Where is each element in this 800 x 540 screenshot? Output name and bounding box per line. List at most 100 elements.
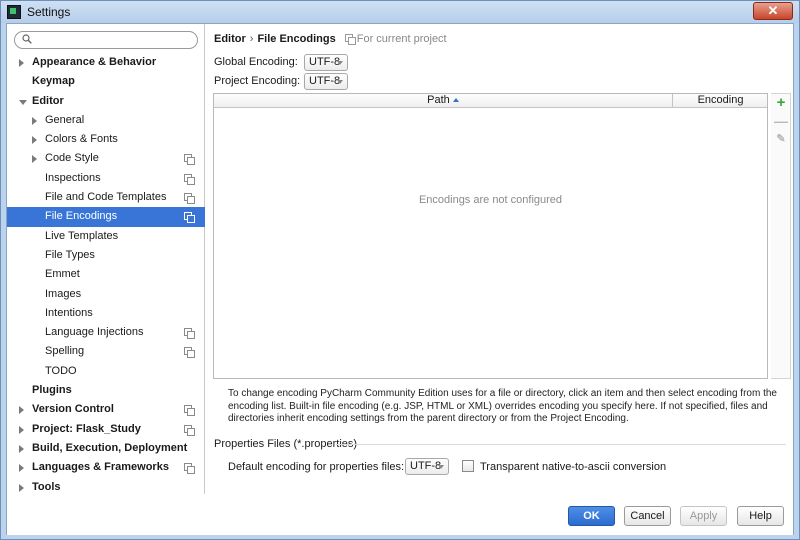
chevron-right-icon[interactable] <box>19 406 24 415</box>
sidebar-item-label: TODO <box>45 364 77 377</box>
sidebar-item-project-flask-study[interactable]: Project: Flask_Study <box>7 420 205 439</box>
sidebar-item-language-injections[interactable]: Language Injections <box>7 323 205 342</box>
sidebar-item-label: Images <box>45 287 82 300</box>
project-encoding-select[interactable]: UTF-8 <box>304 73 348 90</box>
sidebar-item-emmet[interactable]: Emmet <box>7 265 205 284</box>
sidebar-item-label: File Encodings <box>45 210 118 223</box>
project-copy-icon <box>184 154 195 166</box>
sidebar-item-file-and-code-templates[interactable]: File and Code Templates <box>7 188 205 207</box>
window-title: Settings <box>27 5 71 19</box>
sidebar-item-label: Build, Execution, Deployment <box>32 441 188 454</box>
search-box[interactable] <box>14 31 198 49</box>
global-encoding-select[interactable]: UTF-8 <box>304 54 348 71</box>
chevron-right-icon[interactable] <box>19 59 24 67</box>
sidebar-item-label: Colors & Fonts <box>45 133 118 146</box>
breadcrumb-parent: Editor <box>214 33 246 45</box>
chevron-right-icon[interactable] <box>32 136 37 145</box>
encodings-table[interactable]: Path Encoding Encodings are not configur… <box>213 93 768 379</box>
chevron-down-icon[interactable] <box>19 99 27 105</box>
chevron-right-icon[interactable] <box>32 116 37 125</box>
sidebar-item-appearance-behavior[interactable]: Appearance & Behavior <box>7 53 205 72</box>
chevron-right-icon[interactable] <box>19 464 24 473</box>
add-icon[interactable]: + <box>774 95 788 110</box>
properties-encoding-select[interactable]: UTF-8 <box>405 458 449 475</box>
edit-icon[interactable]: ✎ <box>774 132 788 146</box>
pycharm-app-icon <box>7 5 21 19</box>
properties-encoding-value: UTF-8 <box>410 460 442 472</box>
sidebar-item-label: File and Code Templates <box>45 191 167 204</box>
remove-icon[interactable]: — <box>774 114 788 128</box>
global-encoding-label: Global Encoding: <box>214 56 298 68</box>
project-copy-icon <box>184 347 195 359</box>
sidebar-item-label: Project: Flask_Study <box>32 422 141 435</box>
sidebar-item-label: Emmet <box>45 268 80 281</box>
sidebar-item-tools[interactable]: Tools <box>7 478 205 497</box>
sidebar-item-label: Tools <box>32 480 61 493</box>
project-copy-icon <box>184 212 195 224</box>
sidebar-item-inspections[interactable]: Inspections <box>7 169 205 188</box>
sidebar-item-label: File Types <box>45 248 95 261</box>
title-bar: Settings ✕ <box>1 1 799 23</box>
sidebar-item-label: Languages & Frameworks <box>32 461 169 474</box>
chevron-right-icon[interactable] <box>32 155 37 164</box>
chevron-right-icon[interactable] <box>19 425 24 434</box>
sidebar-item-plugins[interactable]: Plugins <box>7 381 205 400</box>
search-input[interactable] <box>37 33 187 47</box>
breadcrumb-current: File Encodings <box>257 33 336 45</box>
help-button[interactable]: Help <box>737 506 784 526</box>
column-header-path-label: Path <box>427 94 450 106</box>
table-toolbar: + — ✎ <box>771 93 791 379</box>
sidebar-item-label: Code Style <box>45 152 99 165</box>
sidebar-item-file-types[interactable]: File Types <box>7 246 205 265</box>
project-copy-icon <box>184 424 195 436</box>
sidebar-item-label: Editor <box>32 94 64 107</box>
transparent-conversion-label[interactable]: Transparent native-to-ascii conversion <box>480 461 666 473</box>
transparent-conversion-checkbox[interactable] <box>462 460 474 472</box>
sidebar-item-languages-frameworks[interactable]: Languages & Frameworks <box>7 458 205 477</box>
project-encoding-value: UTF-8 <box>309 75 341 87</box>
chevron-down-icon <box>337 61 343 65</box>
chevron-right-icon[interactable] <box>19 483 24 492</box>
scope-text: For current project <box>356 33 447 45</box>
chevron-right-icon[interactable] <box>19 444 24 453</box>
breadcrumb-separator: › <box>249 33 254 45</box>
settings-tree: Appearance & Behavior Keymap Editor General… <box>7 53 205 497</box>
sidebar-item-keymap[interactable]: Keymap <box>7 72 205 91</box>
ok-button[interactable]: OK <box>568 506 615 526</box>
sidebar-item-editor[interactable]: Editor <box>7 92 205 111</box>
close-button[interactable]: ✕ <box>753 2 793 20</box>
sidebar-item-intentions[interactable]: Intentions <box>7 304 205 323</box>
global-encoding-value: UTF-8 <box>309 56 341 68</box>
scope-note: For current project <box>344 33 447 45</box>
sidebar-item-colors-fonts[interactable]: Colors & Fonts <box>7 130 205 149</box>
properties-default-encoding-label: Default encoding for properties files: <box>228 461 405 473</box>
table-header: Path Encoding <box>214 94 767 108</box>
sidebar-item-build-execution-deployment[interactable]: Build, Execution, Deployment <box>7 439 205 458</box>
project-copy-icon <box>184 405 195 417</box>
column-header-encoding[interactable]: Encoding <box>674 94 767 107</box>
breadcrumb: Editor › File Encodings For current projec… <box>214 33 447 45</box>
column-header-path[interactable]: Path <box>214 94 673 107</box>
sidebar-item-code-style[interactable]: Code Style <box>7 149 205 168</box>
settings-sidebar: Appearance & Behavior Keymap Editor General… <box>7 24 205 494</box>
project-encoding-label: Project Encoding: <box>214 75 301 87</box>
project-copy-icon <box>184 328 195 340</box>
help-text: To change encoding PyCharm Community Edi… <box>228 388 777 424</box>
sidebar-item-label: Appearance & Behavior <box>32 56 157 68</box>
sidebar-item-label: Keymap <box>32 75 75 88</box>
sidebar-item-label: General <box>45 113 85 126</box>
sidebar-item-live-templates[interactable]: Live Templates <box>7 227 205 246</box>
sidebar-item-label: Language Injections <box>45 326 144 339</box>
sidebar-item-images[interactable]: Images <box>7 285 205 304</box>
sidebar-item-label: Intentions <box>45 306 93 319</box>
sidebar-item-spelling[interactable]: Spelling <box>7 342 205 361</box>
sidebar-item-general[interactable]: General <box>7 111 205 130</box>
settings-window: Settings ✕ Appearance & Behavior Keymap Ed… <box>0 0 800 540</box>
apply-button[interactable]: Apply <box>680 506 727 526</box>
sidebar-item-version-control[interactable]: Version Control <box>7 400 205 419</box>
cancel-button[interactable]: Cancel <box>624 506 671 526</box>
sidebar-item-todo[interactable]: TODO <box>7 362 205 381</box>
chevron-down-icon <box>337 80 343 84</box>
sidebar-item-label: Plugins <box>32 384 72 397</box>
sidebar-item-file-encodings[interactable]: File Encodings <box>7 207 205 227</box>
